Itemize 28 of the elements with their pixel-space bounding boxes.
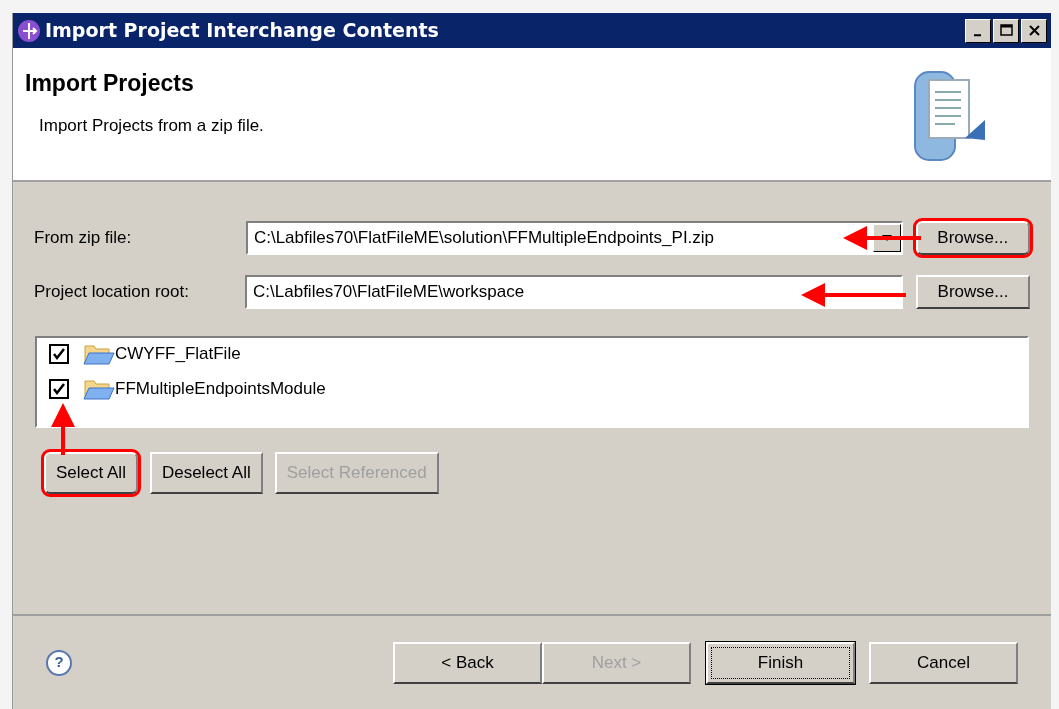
folder-icon: [83, 378, 115, 400]
cancel-button[interactable]: Cancel: [869, 641, 1018, 684]
minimize-icon: [974, 33, 982, 37]
help-button[interactable]: ?: [46, 649, 72, 676]
close-button[interactable]: [1021, 18, 1047, 43]
deselect-all-button[interactable]: Deselect All: [149, 452, 263, 494]
maximize-button[interactable]: [993, 18, 1019, 43]
field-label: Project location root:: [34, 280, 190, 303]
annotation-arrow: [51, 403, 75, 455]
minimize-button[interactable]: [965, 18, 991, 43]
page-description: Import Projects from a zip file.: [39, 114, 265, 137]
input-field[interactable]: C:\Labfiles70\FlatFileME\workspace: [245, 274, 904, 309]
project-name: CWYFF_FlatFile: [115, 343, 241, 366]
app-icon: [17, 18, 41, 43]
browse-button[interactable]: Browse...: [916, 274, 1030, 309]
page-title: Import Projects: [25, 69, 195, 98]
checkbox[interactable]: [49, 379, 69, 399]
field-label: From zip file:: [34, 226, 133, 249]
window-title: Import Project Interchange Contents: [45, 18, 440, 44]
project-name: FFMultipleEndpointsModule: [115, 378, 326, 401]
select-all-button[interactable]: Select All: [44, 452, 138, 494]
back-button[interactable]: < Back: [393, 641, 542, 684]
browse-button[interactable]: Browse...: [915, 220, 1030, 255]
finish-button[interactable]: Finish: [706, 641, 855, 684]
checkbox[interactable]: [49, 344, 69, 364]
close-icon: [1026, 23, 1042, 38]
maximize-icon: [998, 23, 1014, 38]
folder-icon: [83, 343, 115, 365]
